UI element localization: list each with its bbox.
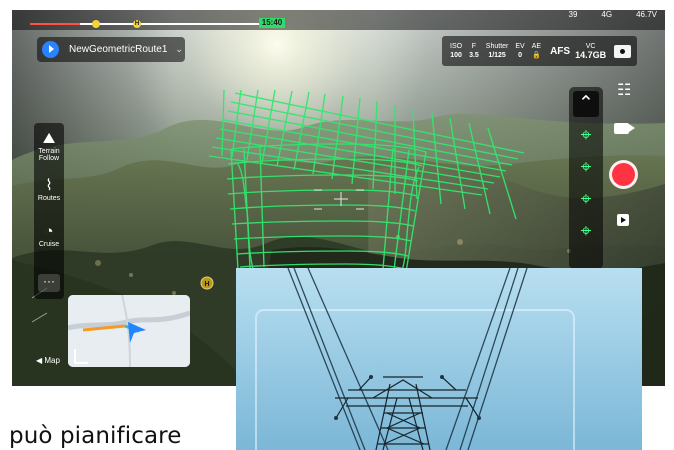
ev-value: 0 [518, 51, 522, 59]
right-waypoint-tools: ⌃ ⌖ ⌖ ⌖ ⌖ [569, 87, 603, 269]
power-tower-photo [236, 268, 642, 450]
minimap-canvas [68, 295, 190, 367]
top-status-strip: H 15:40 39 4G 46.7V [12, 10, 665, 30]
minimap[interactable] [68, 295, 190, 367]
flight-progress-bar: H [30, 20, 270, 28]
chevron-down-icon[interactable]: ⌄ [175, 44, 183, 55]
screenshot-page: H H 15:40 39 4G 46.7V NewGeometricRoute1… [0, 0, 674, 450]
shutter-parameter[interactable]: Shutter 1/125 [486, 42, 509, 61]
cruise-label: Cruise [38, 241, 60, 248]
battery-voltage: 46.7V [636, 10, 657, 19]
left-flight-tools: ⛰ Terrain Follow ⌇ Routes ◔ Cruise ··· [34, 123, 64, 299]
route-name: NewGeometricRoute1 [69, 44, 168, 55]
play-icon[interactable] [42, 41, 59, 58]
signal-strength-left: 39 [568, 10, 578, 19]
storage-value: 14.7GB [575, 49, 607, 60]
terrain-follow-button[interactable]: ⛰ Terrain Follow [34, 131, 64, 162]
settings-icon[interactable]: ☷ [617, 80, 631, 100]
ev-parameter[interactable]: EV 0 [515, 42, 524, 61]
waypoint-tool-4[interactable]: ⌖ [573, 219, 599, 245]
waypoint-tool-2[interactable]: ⌖ [573, 155, 599, 181]
storage-status: VC 14.7GB [575, 43, 606, 60]
terrain-follow-label: Terrain Follow [38, 148, 60, 162]
aperture-label: F [471, 42, 477, 50]
shutter-label: Shutter [485, 42, 509, 50]
waypoint-tool-3[interactable]: ⌖ [573, 187, 599, 213]
map-toggle[interactable]: ◀ Map [36, 356, 60, 365]
routes-button[interactable]: ⌇ Routes [34, 178, 64, 202]
iso-value: 100 [450, 51, 462, 59]
cruise-icon: ◔ [44, 223, 54, 240]
home-marker-icon: H [133, 20, 141, 28]
terrain-follow-icon: ⛰ [42, 130, 56, 147]
flight-time: 15:40 [259, 18, 285, 28]
ev-label: EV [515, 42, 525, 50]
camera-icon[interactable] [614, 44, 632, 58]
focus-mode[interactable]: AFS [550, 46, 570, 57]
active-tool-button[interactable]: ⌃ [573, 91, 599, 117]
aperture-parameter[interactable]: F 3.5 [469, 42, 479, 61]
iso-label: ISO [450, 42, 463, 50]
ae-lock-icon: 🔒 [532, 51, 541, 59]
svg-text:H: H [204, 281, 209, 288]
video-icon[interactable] [614, 123, 635, 134]
routes-icon: ⌇ [45, 177, 53, 194]
shutter-value: 1/125 [488, 51, 506, 59]
iso-parameter[interactable]: ISO 100 [450, 42, 462, 61]
caption-text: può pianificare [9, 423, 182, 449]
storage-label: VC [585, 42, 596, 50]
camera-parameters-panel[interactable]: ISO 100 F 3.5 Shutter 1/125 EV 0 AE 🔒 AF… [442, 36, 637, 66]
progress-warning-segment [30, 23, 80, 25]
aperture-value: 3.5 [469, 51, 479, 59]
progress-marker-dot [92, 20, 100, 28]
device-status: 39 4G 46.7V [457, 10, 657, 20]
network-status: 4G [601, 10, 613, 19]
ae-parameter[interactable]: AE 🔒 [532, 42, 541, 61]
cruise-button[interactable]: ◔ Cruise [34, 224, 64, 248]
record-button[interactable] [609, 160, 638, 189]
routes-label: Routes [37, 195, 61, 202]
ae-label: AE [531, 42, 542, 50]
playback-icon[interactable] [617, 214, 629, 226]
more-button[interactable]: ··· [38, 274, 60, 292]
route-selector[interactable]: NewGeometricRoute1 ⌄ [37, 37, 185, 62]
waypoint-tool-1[interactable]: ⌖ [573, 123, 599, 149]
power-tower-image [236, 268, 642, 450]
